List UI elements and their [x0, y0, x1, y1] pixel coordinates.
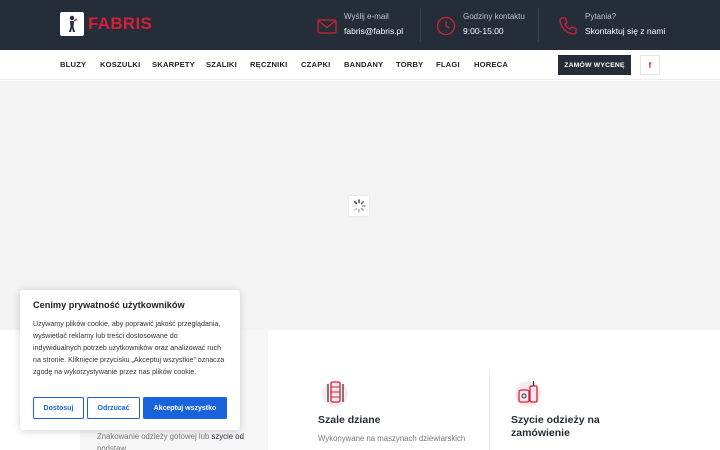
- feature-left-text: Znakowanie odzieży gotowej lub szycie od…: [97, 431, 267, 450]
- nav-item-skarpety[interactable]: SKARPETY: [152, 60, 195, 69]
- phone-icon: [559, 17, 577, 35]
- logo[interactable]: FABRIS: [60, 12, 152, 36]
- feature-text-scarves: Wykonywane na maszynach dziewiarskich: [318, 434, 466, 443]
- divider: [538, 8, 539, 42]
- contact-hours: Godziny kontaktu 9:00-15:00: [435, 12, 525, 38]
- nav-item-reczniki[interactable]: RĘCZNIKI: [250, 60, 287, 69]
- contact-hours-label: Godziny kontaktu: [463, 12, 525, 21]
- divider: [420, 8, 421, 42]
- facebook-icon[interactable]: f: [640, 55, 660, 75]
- nav-item-szaliki[interactable]: SZALIKI: [206, 60, 237, 69]
- feature-left-text-plain: Znakowanie odzieży gotowej lub: [97, 432, 212, 441]
- cookie-text: Używamy plików cookie, aby poprawić jako…: [33, 320, 225, 376]
- logo-text: FABRIS: [88, 14, 153, 33]
- feature-title-scarves: Szale dziane: [318, 414, 381, 426]
- scarf-icon: [322, 381, 348, 407]
- nav-item-bandany[interactable]: BANDANY: [344, 60, 383, 69]
- nav-item-flagi[interactable]: FLAGI: [436, 60, 460, 69]
- nav-item-bluzy[interactable]: BLUZY: [60, 60, 86, 69]
- cookie-reject-button[interactable]: Odrzucać: [87, 397, 140, 419]
- cookie-consent-dialog: Cenimy prywatność użytkowników Używamy p…: [20, 290, 240, 430]
- order-quote-button[interactable]: ZAMÓW WYCENĘ: [558, 55, 631, 75]
- contact-phone-value[interactable]: Skontaktuj się z nami: [585, 25, 665, 38]
- contact-email-label: Wyślij e-mail: [344, 12, 389, 21]
- nav-item-horeca[interactable]: HORECA: [474, 60, 508, 69]
- divider: [489, 370, 490, 450]
- feature-left-link[interactable]: szycie od: [211, 432, 244, 441]
- feature-title-sewing: Szycie odzieży na zamówienie: [511, 414, 600, 439]
- nav-item-torby[interactable]: TORBY: [396, 60, 423, 69]
- contact-phone[interactable]: Pytania? Skontaktuj się z nami: [557, 12, 665, 38]
- top-bar: FABRIS Wyślij e-mail fabris@fabris.pl Go…: [0, 0, 720, 50]
- logo-mark-icon: [60, 12, 84, 36]
- feature-left-text-tail: podstaw: [97, 444, 127, 450]
- cookie-customize-button[interactable]: Dostosuj: [33, 397, 84, 419]
- nav-item-koszulki[interactable]: KOSZULKI: [100, 60, 140, 69]
- sewing-icon: [515, 381, 541, 407]
- contact-email[interactable]: Wyślij e-mail fabris@fabris.pl: [316, 12, 403, 38]
- loading-spinner-icon: [349, 196, 369, 216]
- cookie-accept-all-button[interactable]: Akceptuj wszystko: [143, 397, 227, 419]
- nav-item-czapki[interactable]: CZAPKI: [301, 60, 330, 69]
- cookie-title: Cenimy prywatność użytkowników: [33, 300, 185, 310]
- contact-phone-label: Pytania?: [585, 12, 617, 21]
- clock-icon: [436, 16, 456, 36]
- contact-email-value[interactable]: fabris@fabris.pl: [344, 25, 403, 38]
- contact-hours-value: 9:00-15:00: [463, 26, 504, 36]
- envelope-icon: [317, 19, 337, 34]
